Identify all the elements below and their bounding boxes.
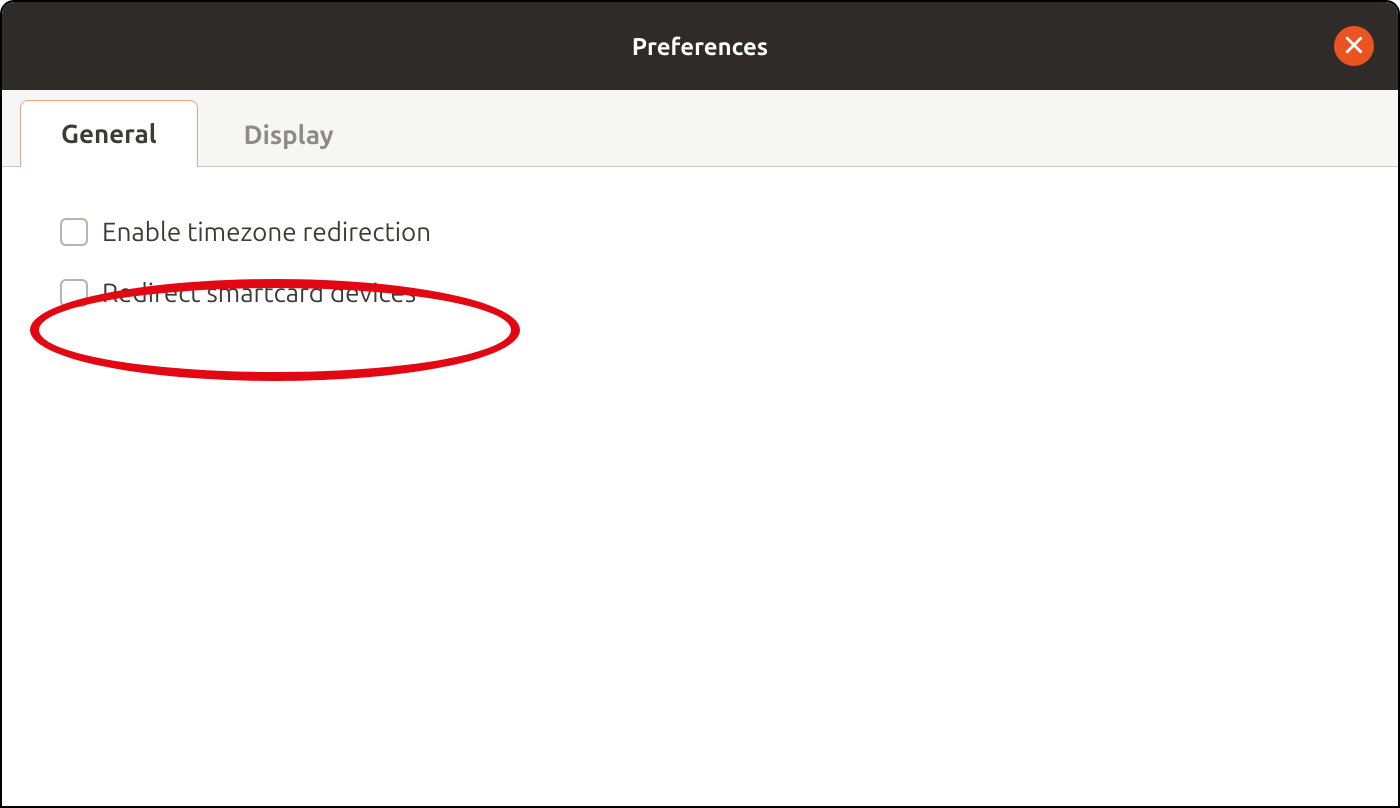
tab-label: Display — [244, 120, 334, 149]
window-title: Preferences — [632, 33, 768, 60]
checkbox[interactable] — [60, 218, 88, 246]
checkbox[interactable] — [60, 279, 88, 307]
tab-general[interactable]: General — [20, 100, 198, 167]
preferences-window: Preferences General Display Enable timez… — [0, 0, 1400, 808]
titlebar: Preferences — [2, 2, 1398, 90]
checkbox-label[interactable]: Redirect smartcard devices — [102, 278, 416, 307]
tab-bar: General Display — [2, 90, 1398, 167]
tab-label: General — [61, 119, 157, 148]
close-button[interactable] — [1334, 26, 1374, 66]
close-icon — [1345, 36, 1363, 57]
option-enable-timezone-redirection[interactable]: Enable timezone redirection — [60, 217, 1340, 246]
content-area: Enable timezone redirection Redirect sma… — [2, 167, 1398, 806]
checkbox-label[interactable]: Enable timezone redirection — [102, 217, 431, 246]
tab-display[interactable]: Display — [202, 100, 376, 167]
option-redirect-smartcard-devices[interactable]: Redirect smartcard devices — [60, 278, 1340, 307]
